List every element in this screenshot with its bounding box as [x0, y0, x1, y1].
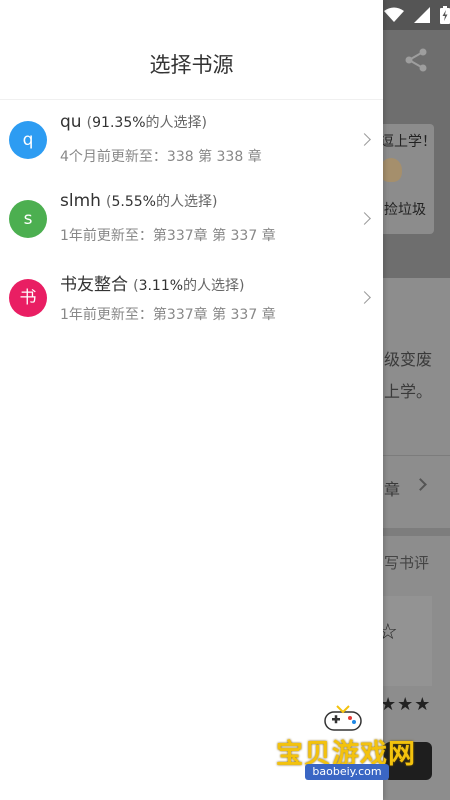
source-item-slmh[interactable]: s slmh (5.55%的人选择) 1年前更新至：第337章 第 337 章: [0, 179, 383, 257]
section-divider: [382, 528, 450, 536]
source-update-info: 4个月前更新至：338 第 338 章: [60, 149, 262, 165]
status-icons: [384, 4, 450, 26]
source-name: slmh: [60, 191, 101, 211]
chevron-right-icon: [358, 291, 371, 304]
chevron-right-icon: [358, 212, 371, 225]
pct-value: 91.35%: [92, 115, 146, 131]
share-icon[interactable]: [402, 46, 430, 74]
source-item-shuyou[interactable]: 书 书友整合 (3.11%的人选择) 1年前更新至：第337章 第 337 章: [0, 258, 383, 336]
chevron-right-icon: [358, 133, 371, 146]
source-selection-drawer: 选择书源 q qu (91.35%的人选择) 4个月前更新至：338 第 338…: [0, 0, 383, 800]
divider: [382, 455, 450, 456]
chapter-list-entry[interactable]: 章: [384, 476, 400, 500]
gamepad-icon: [324, 705, 362, 731]
wifi-icon: [384, 7, 404, 22]
watermark-url: baobeiy.com: [305, 764, 389, 780]
pct-value: 5.55%: [111, 194, 156, 210]
cover-text-top: 逗上学！: [380, 134, 436, 150]
signal-icon: [414, 7, 430, 23]
drawer-title: 选择书源: [149, 53, 234, 77]
pct-suffix: 的人选择): [145, 115, 207, 131]
rating-stars: ★★★: [380, 694, 432, 715]
source-avatar: q: [9, 121, 47, 159]
cover-mascot-image: [380, 158, 402, 182]
source-update-info: 1年前更新至：第337章 第 337 章: [60, 307, 276, 323]
source-item-qu[interactable]: q qu (91.35%的人选择) 4个月前更新至：338 第 338 章: [0, 100, 383, 178]
source-name: qu: [60, 112, 82, 132]
cover-text-bottom: 捡垃圾: [384, 202, 426, 218]
write-review-link[interactable]: 写书评: [384, 552, 429, 573]
pct-value: 3.11%: [138, 278, 184, 294]
book-description-line1: 级变废: [384, 350, 433, 369]
pct-suffix: 的人选择): [155, 194, 218, 210]
source-percentage: (3.11%的人选择): [133, 278, 244, 294]
source-header: qu (91.35%的人选择): [60, 112, 207, 132]
source-update-info: 1年前更新至：第337章 第 337 章: [60, 228, 276, 244]
source-avatar: s: [9, 200, 47, 238]
source-percentage: (5.55%的人选择): [106, 194, 217, 210]
pct-suffix: 的人选择): [183, 278, 245, 294]
source-name: 书友整合: [60, 275, 128, 295]
source-percentage: (91.35%的人选择): [87, 115, 207, 131]
book-description-line2: 上学。: [384, 382, 433, 401]
source-header: slmh (5.55%的人选择): [60, 191, 217, 211]
source-avatar: 书: [9, 279, 47, 317]
battery-icon: [440, 6, 450, 24]
source-header: 书友整合 (3.11%的人选择): [60, 270, 245, 295]
